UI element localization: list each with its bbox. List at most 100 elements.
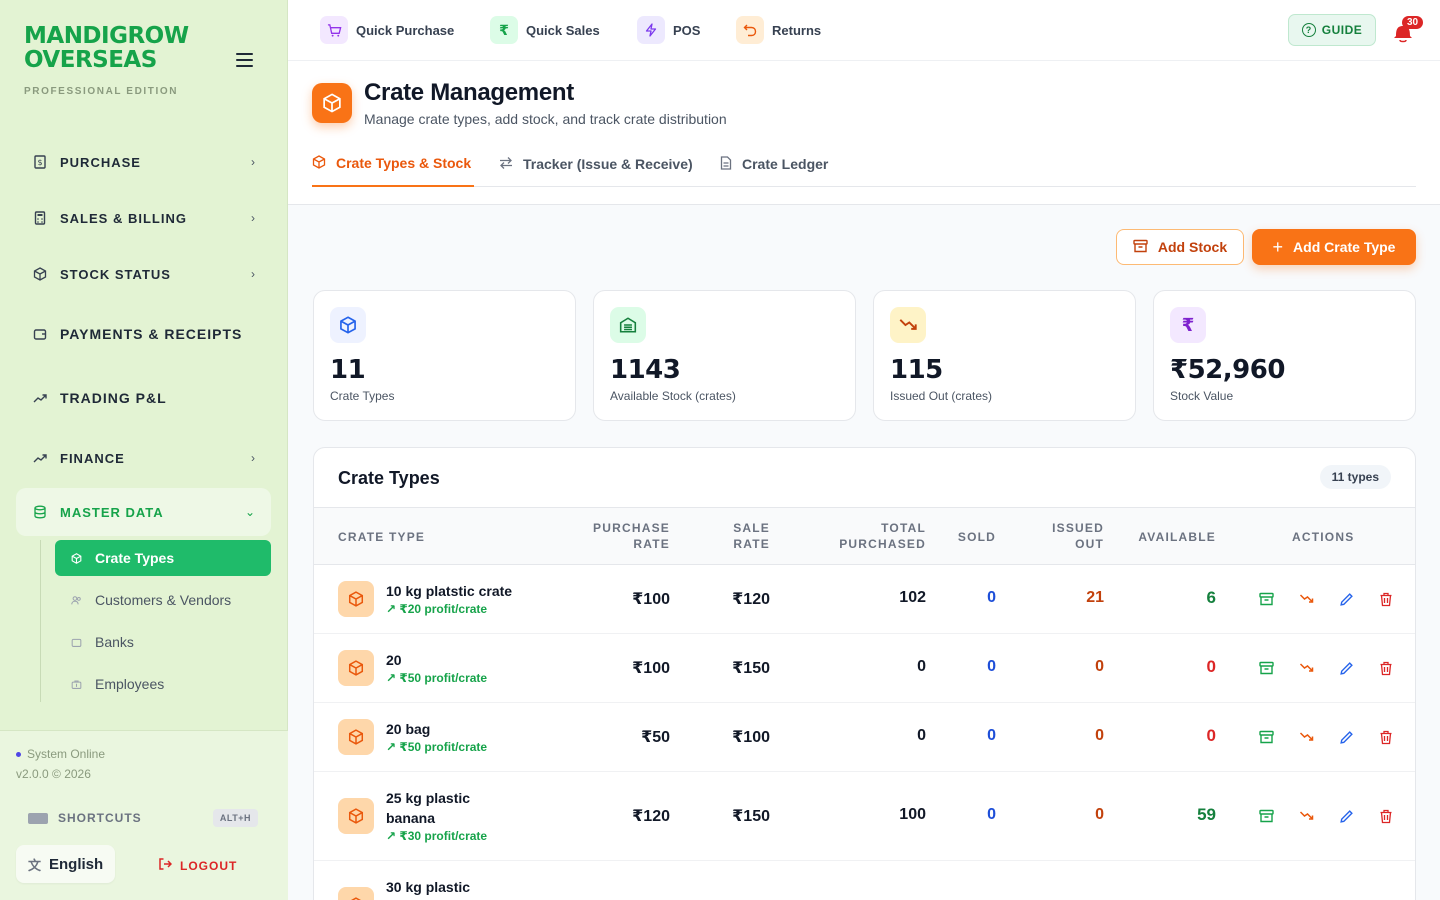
language-button[interactable]: 文 English [16, 845, 115, 883]
sidebar-item-label: MASTER DATA [60, 504, 164, 520]
tab-crate-types-stock[interactable]: Crate Types & Stock [312, 141, 474, 187]
issued-out-cell: 0 [1095, 658, 1104, 675]
profit-per-crate: ↗ ₹20 profit/crate [386, 602, 488, 616]
add-stock-icon[interactable] [1254, 804, 1278, 828]
sidebar-item-trading-pl[interactable]: TRADING P&L [16, 368, 271, 428]
quick-purchase-button[interactable]: Quick Purchase [320, 16, 454, 44]
delete-icon[interactable] [1374, 587, 1398, 611]
wallet-icon [71, 636, 83, 648]
sale-rate-cell: ₹150 [732, 660, 770, 677]
sidebar-item-finance[interactable]: FINANCE › [16, 432, 271, 484]
guide-button[interactable]: ? GUIDE [1288, 14, 1376, 46]
box-icon [312, 83, 352, 123]
stat-card-available-stock: 1143 Available Stock (crates) [593, 290, 856, 421]
subnav-item-customers-vendors[interactable]: Customers & Vendors [55, 582, 271, 618]
subnav-item-crate-types[interactable]: Crate Types [55, 540, 271, 576]
crate-name: 10 kg platstic crate [386, 583, 513, 599]
table-row: 25 kg plastic banana ↗ ₹30 profit/crate … [314, 772, 1415, 861]
table-row: 30 kg plastic [314, 861, 1415, 900]
profit-per-crate: ↗ ₹50 profit/crate [386, 671, 488, 685]
archive-icon [1133, 239, 1148, 256]
quick-purchase-label: Quick Purchase [356, 22, 455, 38]
issue-out-icon[interactable] [1294, 587, 1318, 611]
logout-button[interactable]: LOGOUT [158, 857, 237, 874]
guide-label: GUIDE [1321, 23, 1363, 37]
trend-up-icon [32, 450, 48, 466]
stat-card-stock-value: ₹ ₹52,960 Stock Value [1153, 290, 1416, 421]
tab-crate-ledger[interactable]: Crate Ledger [720, 141, 828, 187]
add-stock-button[interactable]: Add Stock [1116, 229, 1244, 265]
edit-icon[interactable] [1334, 656, 1358, 680]
sidebar: MANDIGROW OVERSEAS PROFESSIONAL EDITION … [0, 0, 288, 900]
brand-edition: PROFESSIONAL EDITION [24, 86, 179, 97]
profit-text: ₹30 profit/crate [399, 829, 488, 843]
sidebar-item-sales-billing[interactable]: SALES & BILLING › [16, 192, 271, 244]
subnav-item-banks[interactable]: Banks [55, 624, 271, 660]
master-data-subnav: Crate Types Customers & Vendors Banks Em… [40, 540, 271, 702]
subnav-item-label: Crate Types [95, 550, 175, 566]
sidebar-item-purchase[interactable]: $ PURCHASE › [16, 136, 271, 188]
page-subtitle: Manage crate types, add stock, and track… [364, 111, 727, 127]
notification-count-badge: 30 [1402, 16, 1424, 29]
issue-out-icon[interactable] [1294, 804, 1318, 828]
rupee-icon: ₹ [490, 16, 518, 44]
quick-sales-button[interactable]: ₹ Quick Sales [490, 16, 600, 44]
sidebar-item-payments-receipts[interactable]: PAYMENTS & RECEIPTS [16, 304, 271, 364]
sale-rate-cell: ₹120 [732, 591, 770, 608]
edit-icon[interactable] [1334, 804, 1358, 828]
add-stock-icon[interactable] [1254, 587, 1278, 611]
returns-button[interactable]: Returns [736, 16, 821, 44]
stat-label: Crate Types [330, 389, 395, 403]
add-stock-icon[interactable] [1254, 656, 1278, 680]
issue-out-icon[interactable] [1294, 656, 1318, 680]
page-header: Crate Management Manage crate types, add… [288, 61, 1440, 205]
sidebar-item-stock-status[interactable]: STOCK STATUS › [16, 248, 271, 300]
edit-icon[interactable] [1334, 725, 1358, 749]
subnav-item-label: Employees [95, 676, 165, 692]
column-header-line: TOTAL [881, 521, 926, 535]
column-header-issued-out: ISSUED OUT [1004, 520, 1104, 552]
available-cell: 0 [1206, 657, 1216, 676]
notifications-button[interactable]: 30 [1392, 16, 1424, 43]
shortcuts-button[interactable]: SHORTCUTS ALT+H [28, 809, 258, 827]
column-header-sold: SOLD [957, 530, 996, 544]
menu-toggle-icon[interactable] [236, 53, 253, 67]
purchase-rate-cell: ₹50 [641, 729, 670, 746]
chevron-down-icon: ⌄ [244, 505, 255, 519]
receipt-icon: $ [32, 154, 48, 170]
sidebar-item-master-data[interactable]: MASTER DATA ⌄ [16, 488, 271, 536]
crate-types-table-card: Crate Types 11 types CRATE TYPE PURCHASE… [313, 447, 1416, 900]
page-title: Crate Management [364, 79, 574, 106]
delete-icon[interactable] [1374, 656, 1398, 680]
add-stock-icon[interactable] [1254, 725, 1278, 749]
pos-button[interactable]: POS [637, 16, 700, 44]
stat-label: Stock Value [1170, 389, 1234, 403]
column-header-sale-rate: SALE RATE [670, 520, 770, 552]
edit-icon[interactable] [1334, 587, 1358, 611]
tab-tracker[interactable]: Tracker (Issue & Receive) [499, 141, 693, 187]
row-actions [1254, 587, 1414, 611]
top-bar: Quick Purchase ₹ Quick Sales POS Returns… [288, 0, 1440, 61]
delete-icon[interactable] [1374, 804, 1398, 828]
keyboard-icon [28, 812, 48, 824]
column-header-line: PURCHASE [593, 521, 670, 535]
sold-cell: 0 [987, 658, 996, 675]
issued-out-cell: 21 [1086, 589, 1104, 606]
system-status-text: System Online [27, 747, 106, 761]
sold-cell: 0 [987, 727, 996, 744]
column-header-actions: ACTIONS [1292, 530, 1355, 544]
subnav-item-employees[interactable]: Employees [55, 666, 271, 702]
stat-label: Available Stock (crates) [610, 389, 736, 403]
column-header-line: SALE [733, 521, 770, 535]
profit-per-crate: ↗ ₹50 profit/crate [386, 740, 488, 754]
delete-icon[interactable] [1374, 725, 1398, 749]
briefcase-icon [71, 678, 83, 690]
help-icon: ? [1301, 23, 1316, 37]
total-purchased-cell: 0 [917, 658, 926, 675]
row-actions [1254, 804, 1414, 828]
issue-out-icon[interactable] [1294, 725, 1318, 749]
add-crate-type-button[interactable]: + Add Crate Type [1252, 229, 1416, 265]
sidebar-item-label: TRADING P&L [60, 390, 167, 406]
warehouse-icon [610, 307, 646, 343]
crate-name: 20 bag [386, 721, 431, 737]
